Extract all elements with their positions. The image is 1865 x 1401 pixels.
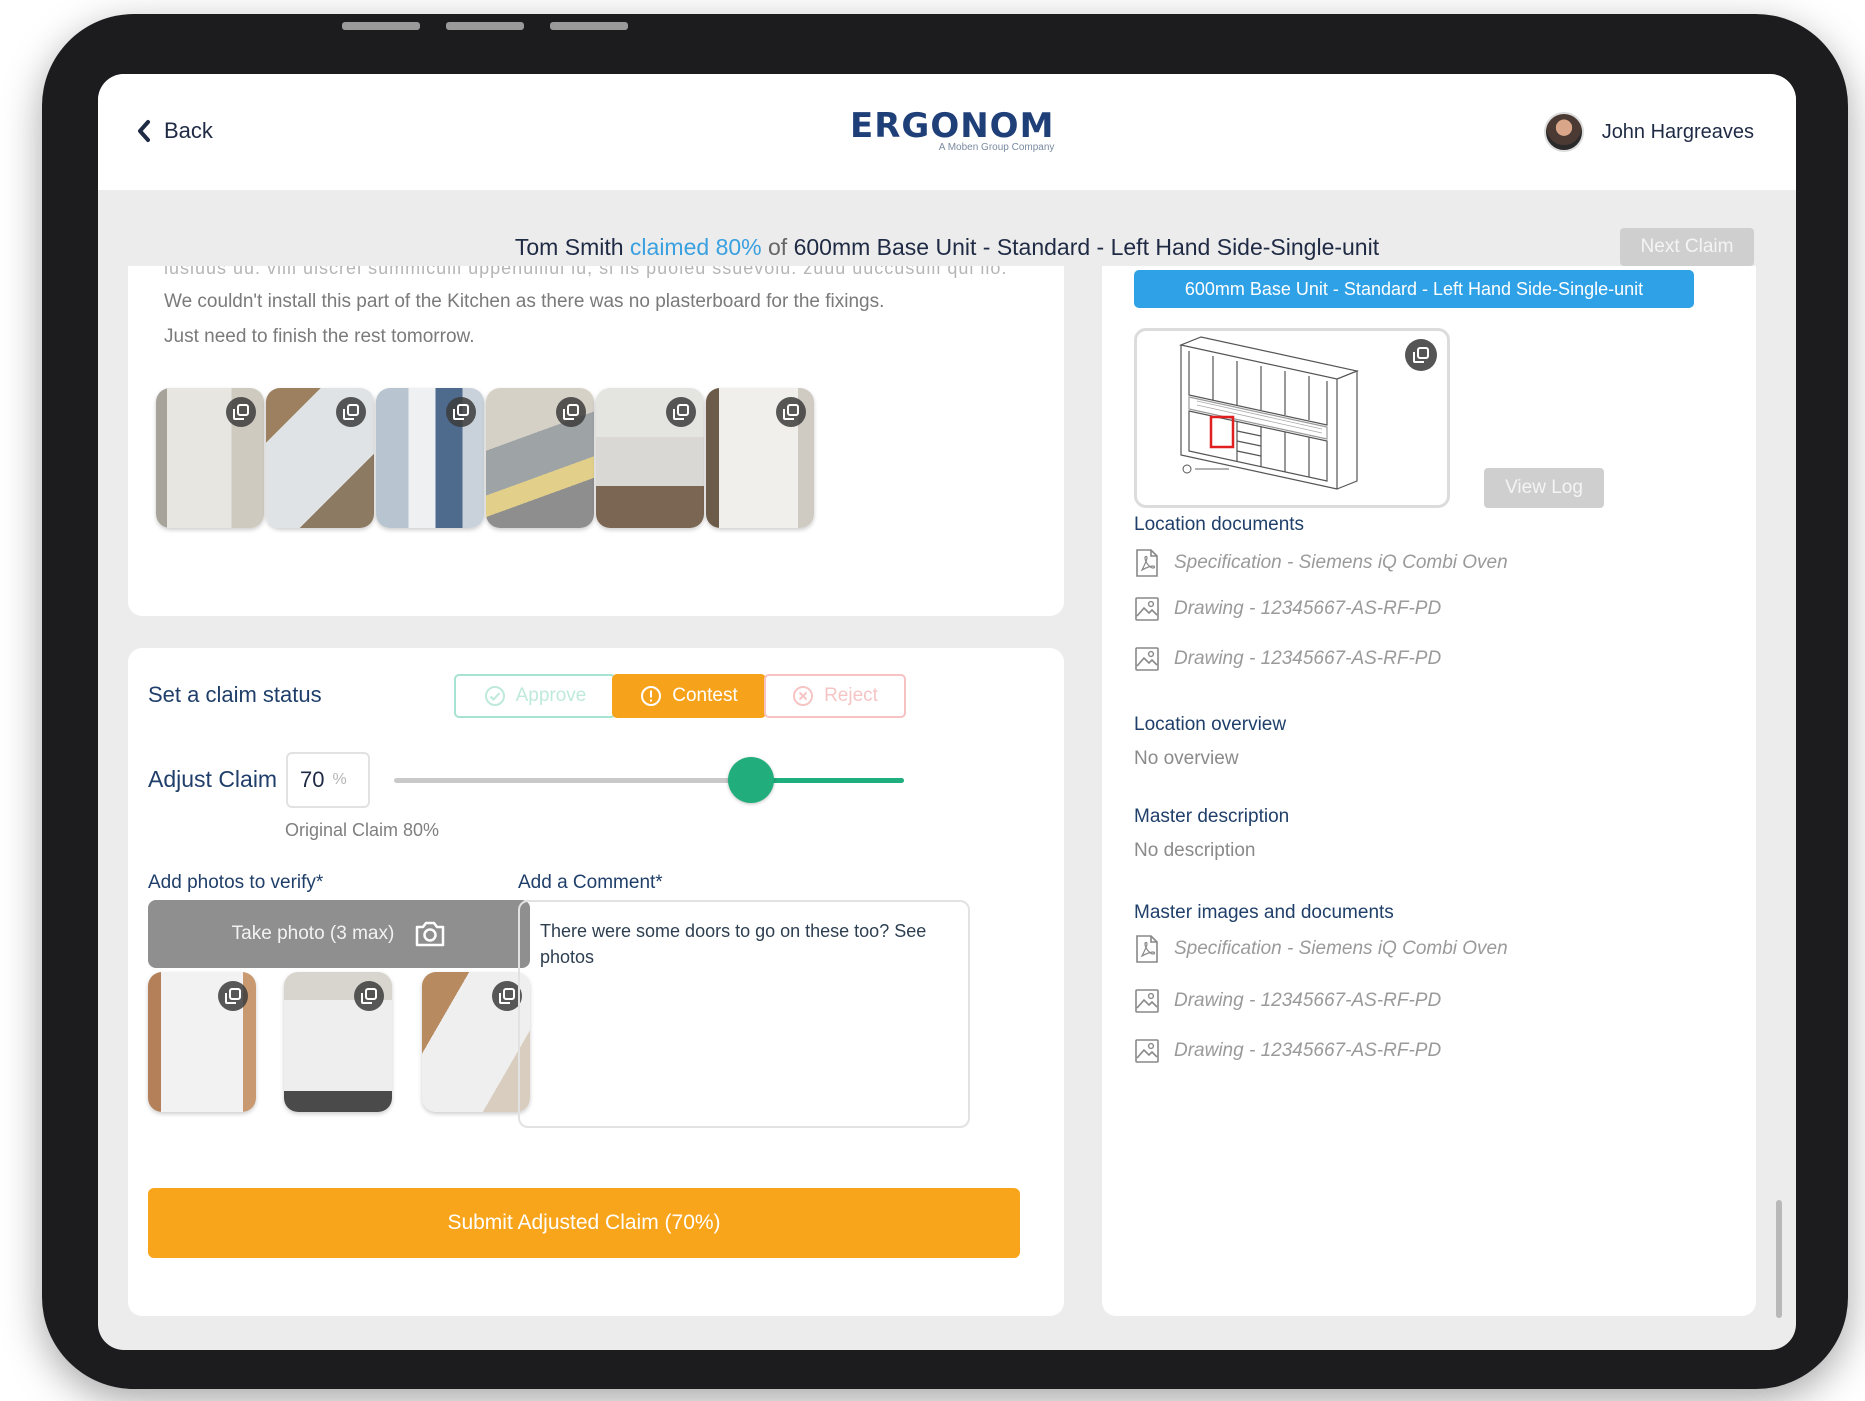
expand-icon[interactable] — [776, 397, 806, 427]
unit-details-panel: 600mm Base Unit - Standard - Left Hand S… — [1102, 266, 1756, 1316]
approve-button[interactable]: Approve — [454, 674, 616, 718]
claim-photo[interactable] — [596, 388, 704, 528]
add-photos-label: Add photos to verify* — [148, 872, 324, 893]
logo-wordmark: ERGONOM — [850, 106, 1055, 146]
document-link[interactable]: Drawing - 12345667-AS-RF-PD — [1134, 644, 1441, 674]
tablet-button — [446, 22, 524, 30]
expand-icon[interactable] — [556, 397, 586, 427]
avatar — [1543, 112, 1584, 152]
document-name: Drawing - 12345667-AS-RF-PD — [1174, 648, 1442, 669]
kitchen-elevation-drawing — [1178, 336, 1360, 490]
claimed-percent: claimed 80% — [629, 234, 762, 260]
take-photo-button[interactable]: Take photo (3 max) — [148, 900, 530, 968]
expand-icon[interactable] — [336, 397, 366, 427]
expand-icon[interactable] — [226, 397, 256, 427]
add-comment-label: Add a Comment* — [518, 872, 663, 893]
reject-button[interactable]: Reject — [764, 674, 906, 718]
master-images-title: Master images and documents — [1134, 902, 1394, 923]
status-label: Set a claim status — [148, 682, 322, 707]
comment-textarea[interactable]: There were some doors to go on these too… — [518, 900, 970, 1128]
claim-unit: 600mm Base Unit - Standard - Left Hand S… — [793, 234, 1380, 260]
expand-icon[interactable] — [1405, 339, 1437, 371]
document-name: Drawing - 12345667-AS-RF-PD — [1174, 1040, 1442, 1061]
contest-label: Contest — [672, 685, 738, 706]
camera-icon — [416, 921, 445, 947]
percent-unit: % — [332, 771, 347, 788]
cutoff-text: iusiuus uu. viiii uiscrei summicuiii upp… — [164, 266, 1008, 278]
document-link[interactable]: Specification - Siemens iQ Combi Oven — [1134, 548, 1508, 578]
claim-photo[interactable] — [486, 388, 594, 528]
description-line: Just need to finish the rest tomorrow. — [164, 326, 475, 347]
claim-title: Tom Smith claimed 80% of 600mm Base Unit… — [98, 234, 1796, 261]
master-description-text: No description — [1134, 840, 1256, 861]
image-file-icon — [1135, 597, 1159, 621]
image-file-icon — [1135, 647, 1159, 671]
original-claim-text: Original Claim 80% — [285, 820, 440, 840]
contest-button[interactable]: Contest — [612, 674, 766, 718]
tablet-button — [342, 22, 420, 30]
verify-photo[interactable] — [148, 972, 256, 1112]
document-name: Drawing - 12345667-AS-RF-PD — [1174, 990, 1442, 1011]
image-file-icon — [1135, 1039, 1159, 1063]
approve-label: Approve — [515, 685, 587, 706]
document-link[interactable]: Drawing - 12345667-AS-RF-PD — [1134, 1036, 1441, 1066]
document-link[interactable]: Specification - Siemens iQ Combi Oven — [1134, 934, 1508, 964]
claim-review-card: Set a claim status Approve Contest Rejec… — [128, 648, 1064, 1316]
document-link[interactable]: Drawing - 12345667-AS-RF-PD — [1134, 986, 1441, 1016]
claim-description: We couldn't install this part of the Kit… — [164, 284, 1024, 354]
expand-icon[interactable] — [666, 397, 696, 427]
claim-photo[interactable] — [266, 388, 374, 528]
master-description-title: Master description — [1134, 806, 1290, 827]
ergonom-logo: ERGONOM A Moben Group Company — [850, 108, 1054, 153]
claim-photo[interactable] — [706, 388, 814, 528]
document-name: Drawing - 12345667-AS-RF-PD — [1174, 598, 1442, 619]
scrollbar[interactable] — [1776, 1200, 1782, 1318]
document-name: Specification - Siemens iQ Combi Oven — [1174, 552, 1508, 573]
user-menu[interactable]: John Hargreaves — [1543, 112, 1754, 152]
expand-icon[interactable] — [354, 981, 384, 1011]
user-name: John Hargreaves — [1601, 120, 1754, 143]
pdf-file-icon — [1136, 935, 1158, 963]
slider-handle[interactable] — [728, 757, 774, 803]
next-claim-button[interactable]: Next Claim — [1620, 228, 1754, 266]
back-label: Back — [164, 118, 213, 143]
app-screen: Back ERGONOM A Moben Group Company John … — [98, 74, 1796, 1350]
claim-photo[interactable] — [156, 388, 264, 528]
claim-photo[interactable] — [376, 388, 484, 528]
verify-photo[interactable] — [422, 972, 530, 1112]
description-line: We couldn't install this part of the Kit… — [164, 291, 885, 312]
verify-photo[interactable] — [284, 972, 392, 1112]
x-circle-icon — [793, 686, 814, 706]
reject-label: Reject — [824, 685, 878, 706]
adjust-claim-label: Adjust Claim — [148, 766, 278, 792]
top-header: Back ERGONOM A Moben Group Company John … — [98, 74, 1796, 190]
document-link[interactable]: Drawing - 12345667-AS-RF-PD — [1134, 594, 1441, 624]
expand-icon[interactable] — [218, 981, 248, 1011]
location-overview-text: No overview — [1134, 748, 1239, 769]
check-circle-icon — [484, 686, 505, 706]
adjust-value: 70 — [300, 767, 325, 792]
claim-of-text: of — [768, 234, 788, 260]
view-log-button[interactable]: View Log — [1484, 468, 1604, 508]
document-name: Specification - Siemens iQ Combi Oven — [1174, 938, 1508, 959]
tablet-button — [550, 22, 628, 30]
location-documents-title: Location documents — [1134, 514, 1305, 535]
adjust-percent-input[interactable]: 70 % — [286, 752, 370, 808]
adjust-claim-slider[interactable] — [394, 757, 904, 803]
back-button[interactable]: Back — [136, 118, 213, 144]
expand-icon[interactable] — [446, 397, 476, 427]
take-photo-label: Take photo (3 max) — [231, 923, 395, 944]
claim-report-card: iusiuus uu. viiii uiscrei summicuiii upp… — [128, 266, 1064, 616]
submit-adjusted-claim-button[interactable]: Submit Adjusted Claim (70%) — [148, 1188, 1020, 1258]
alert-circle-icon — [641, 686, 662, 706]
unit-tag: 600mm Base Unit - Standard - Left Hand S… — [1134, 270, 1694, 308]
kitchen-drawing[interactable] — [1134, 328, 1450, 508]
claimant-name: Tom Smith — [514, 234, 624, 260]
location-overview-title: Location overview — [1134, 714, 1287, 735]
chevron-left-icon — [138, 120, 150, 142]
image-file-icon — [1135, 989, 1159, 1013]
pdf-file-icon — [1136, 549, 1158, 577]
